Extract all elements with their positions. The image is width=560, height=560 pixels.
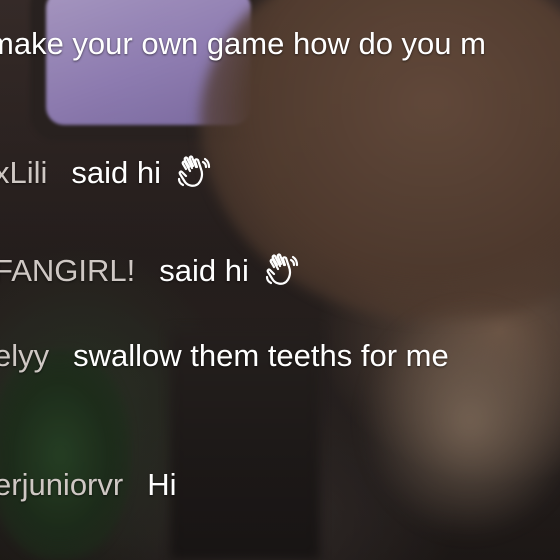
chat-message-text: make your own game how do you m: [0, 26, 486, 61]
chat-message-text: said hi: [159, 253, 249, 288]
chat-message[interactable]: xLili said hi: [0, 149, 211, 197]
waving-hand-icon: [265, 253, 298, 285]
chat-username[interactable]: xLili: [0, 155, 47, 191]
live-stream-view: make your own game how do you m xLili sa…: [0, 0, 560, 560]
chat-message-text: said hi: [71, 155, 162, 190]
chat-username[interactable]: elyy: [0, 338, 49, 374]
live-chat-overlay: make your own game how do you m xLili sa…: [0, 0, 560, 560]
chat-message-text: Hi: [147, 467, 177, 502]
chat-username[interactable]: erjuniorvr: [0, 467, 123, 503]
chat-message[interactable]: erjuniorvr Hi: [0, 461, 177, 509]
chat-message-text: swallow them teeths for me: [73, 338, 449, 373]
chat-username[interactable]: FANGIRL!: [0, 253, 135, 289]
chat-message[interactable]: elyy swallow them teeths for me: [0, 332, 449, 380]
waving-hand-icon: [177, 155, 211, 187]
chat-message[interactable]: FANGIRL! said hi: [0, 247, 299, 295]
chat-message[interactable]: make your own game how do you m: [0, 20, 486, 68]
